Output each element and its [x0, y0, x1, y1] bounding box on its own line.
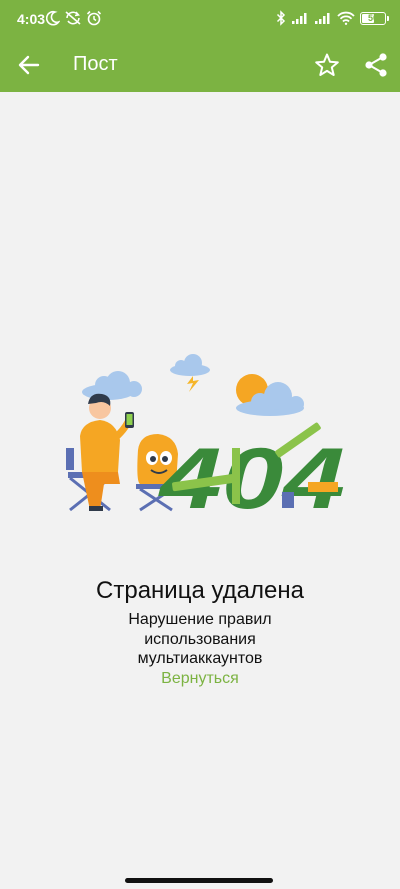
status-bar: 4:03 50	[0, 0, 400, 38]
sun-cloud	[236, 374, 304, 416]
cloud-left	[82, 371, 142, 400]
share-button[interactable]	[361, 50, 391, 80]
favorite-button[interactable]	[312, 50, 342, 80]
error-title: Страница удалена	[96, 577, 304, 604]
share-icon	[365, 53, 387, 77]
arrow-left-icon	[18, 55, 40, 75]
back-button[interactable]	[14, 51, 44, 79]
alarm-icon	[86, 10, 102, 26]
signal-icon	[314, 11, 332, 25]
error-description: Нарушение правил использования мультиакк…	[128, 611, 272, 667]
battery-level-text: 50	[367, 13, 378, 23]
app-bar: Пост	[0, 38, 400, 92]
error-404-illustration: 404	[66, 354, 345, 520]
return-link[interactable]: Вернуться	[0, 670, 400, 688]
bluetooth-icon	[276, 10, 286, 26]
storm-cloud	[170, 354, 210, 392]
home-indicator[interactable]	[125, 878, 273, 883]
battery-icon: 50	[360, 11, 389, 25]
status-right-icons: 50	[276, 10, 389, 26]
page-title: Пост	[73, 53, 118, 75]
error-code-text: 404	[157, 431, 345, 520]
person-figure	[80, 393, 134, 511]
status-time: 4:03	[17, 11, 46, 27]
status-left-icons	[46, 10, 102, 26]
signal-icon	[291, 11, 309, 25]
moon-icon	[46, 10, 60, 26]
sync-off-icon	[64, 10, 82, 26]
wifi-icon	[337, 11, 355, 25]
star-icon	[315, 53, 339, 76]
